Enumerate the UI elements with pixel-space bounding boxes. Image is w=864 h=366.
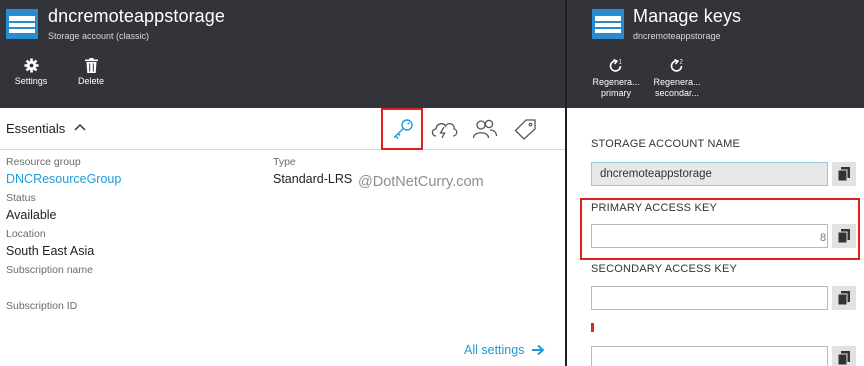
regenerate-primary-button[interactable]: 1 Regenera... primary: [589, 58, 643, 99]
copy-secondary-key-button[interactable]: [832, 286, 856, 310]
blade-header: dncremoteappstorage Storage account (cla…: [0, 0, 565, 108]
copy-icon: [838, 291, 850, 305]
tag-icon: [514, 119, 536, 140]
monitoring-button[interactable]: [430, 116, 458, 142]
primary-access-key-field[interactable]: [591, 224, 828, 248]
resource-group-label: Resource group: [6, 156, 81, 168]
blade-title: dncremoteappstorage: [48, 6, 226, 26]
chevron-up-icon[interactable]: [74, 122, 86, 132]
tags-button[interactable]: [511, 116, 539, 142]
copy-icon: [838, 167, 850, 181]
regenerate-secondary-label-2: secondar...: [654, 88, 700, 98]
type-value: Standard-LRS: [273, 172, 353, 186]
copy-icon: [838, 229, 850, 243]
copy-cut-off-button[interactable]: [832, 346, 856, 366]
users-button[interactable]: [471, 116, 499, 142]
storage-account-name-label: STORAGE ACCOUNT NAME: [591, 138, 741, 150]
blade-header: Manage keys dncremoteappstorage 1 Regene…: [567, 0, 864, 108]
copy-storage-name-button[interactable]: [832, 162, 856, 186]
gear-icon: [23, 58, 39, 73]
all-settings-link[interactable]: All settings: [464, 343, 545, 357]
svg-text:1: 1: [619, 60, 623, 66]
resource-group-link[interactable]: DNCResourceGroup: [6, 172, 121, 186]
settings-label: Settings: [14, 76, 48, 86]
essentials-bar: Essentials: [0, 108, 565, 150]
blade-subtitle: dncremoteappstorage: [633, 31, 721, 41]
copy-icon: [838, 351, 850, 365]
regenerate-secondary-button[interactable]: 2 Regenera... secondar...: [649, 58, 705, 99]
all-settings-label: All settings: [464, 343, 525, 357]
type-label: Type: [273, 156, 296, 168]
storage-account-icon: [592, 9, 624, 39]
subscription-name-label: Subscription name: [6, 264, 93, 276]
storage-account-name-field[interactable]: [591, 162, 828, 186]
secondary-access-key-field[interactable]: [591, 286, 828, 310]
regenerate-1-icon: 1: [609, 58, 623, 72]
cut-off-field[interactable]: [591, 346, 828, 366]
blade-title: Manage keys: [633, 6, 742, 26]
trash-icon: [84, 58, 98, 73]
essentials-toggle[interactable]: Essentials: [6, 121, 65, 136]
status-value: Available: [6, 208, 57, 222]
status-label: Status: [6, 192, 36, 204]
regenerate-secondary-label-1: Regenera...: [653, 77, 701, 87]
secondary-access-key-label: SECONDARY ACCESS KEY: [591, 263, 738, 275]
regenerate-2-icon: 2: [670, 58, 684, 72]
location-label: Location: [6, 228, 46, 240]
settings-button[interactable]: Settings: [11, 58, 51, 87]
cloud-lightning-icon: [431, 122, 458, 139]
regenerate-primary-label-1: Regenera...: [592, 77, 640, 87]
arrow-right-icon: [531, 344, 545, 356]
primary-access-key-label: PRIMARY ACCESS KEY: [591, 202, 718, 214]
users-icon: [472, 119, 498, 139]
copy-primary-key-button[interactable]: [832, 224, 856, 248]
watermark: @DotNetCurry.com: [358, 174, 484, 190]
blade-subtitle: Storage account (classic): [48, 31, 150, 41]
location-value: South East Asia: [6, 244, 95, 258]
manage-keys-blade: Manage keys dncremoteappstorage 1 Regene…: [567, 0, 864, 366]
delete-button[interactable]: Delete: [71, 58, 111, 87]
storage-account-icon: [6, 9, 38, 39]
key-button-highlight: [381, 108, 423, 150]
svg-text:2: 2: [680, 60, 684, 66]
cut-off-label-fragment: [591, 323, 594, 332]
regenerate-primary-label-2: primary: [600, 88, 631, 98]
subscription-id-label: Subscription ID: [6, 300, 78, 312]
primary-key-trailing-char: 8: [820, 232, 827, 244]
storage-account-blade: dncremoteappstorage Storage account (cla…: [0, 0, 565, 366]
delete-label: Delete: [77, 76, 104, 86]
